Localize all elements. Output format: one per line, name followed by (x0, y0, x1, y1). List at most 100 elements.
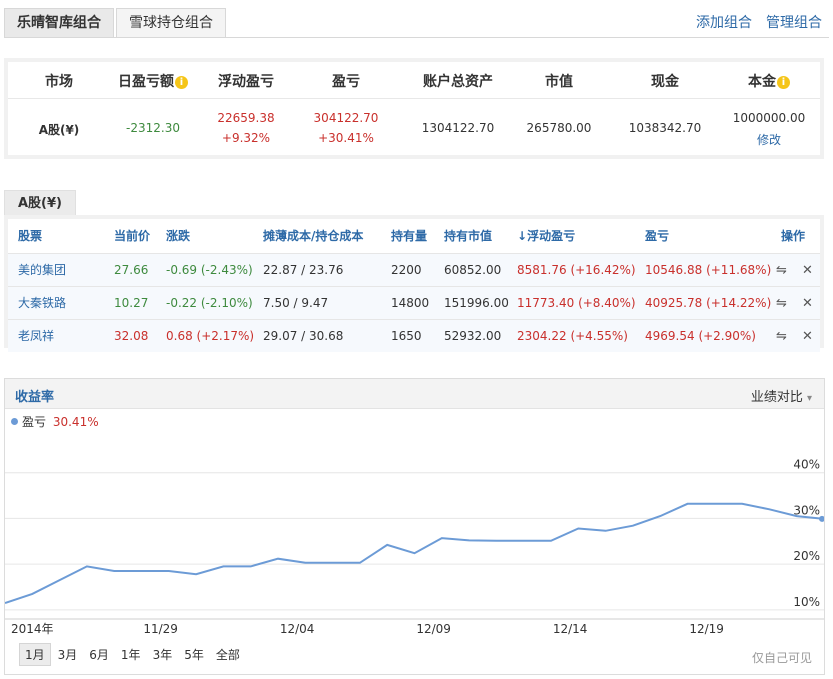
table-row[interactable]: 美的集团 27.66 -0.69 (-2.43%) 22.87 / 23.76 2200… (8, 253, 820, 286)
holdings-header-row: 股票 当前价 涨跌 摊薄成本/持仓成本 持有量 持有市值 ↓浮动盈亏 盈亏 操作 (8, 219, 820, 253)
total-assets-value: 1304122.70 (421, 121, 495, 135)
cost-basis: 22.87 / 23.76 (263, 263, 344, 277)
header-pnl[interactable]: 盈亏 (645, 219, 669, 253)
range-button[interactable]: 1年 (116, 644, 146, 665)
price-change: -0.69 (-2.43%) (166, 263, 253, 277)
total-pnl: 40925.78 (+14.22%) (645, 296, 772, 310)
data-point[interactable] (358, 561, 362, 565)
data-point[interactable] (167, 569, 171, 573)
tab-a-shares[interactable]: A股(¥) (4, 190, 76, 216)
pnl-value: 304122.70 (313, 111, 379, 125)
table-row[interactable]: 老凤祥 32.08 0.68 (+2.17%) 29.07 / 30.68 1650 52… (8, 319, 820, 352)
data-point[interactable] (303, 561, 307, 565)
data-point[interactable] (30, 592, 34, 596)
data-point[interactable] (467, 538, 471, 542)
transfer-icon[interactable]: ⇋ (776, 254, 787, 287)
data-point[interactable] (249, 564, 253, 568)
data-point[interactable] (413, 551, 417, 555)
stock-name[interactable]: 大秦铁路 (18, 287, 66, 320)
x-tick-label: 12/04 (280, 622, 315, 636)
transfer-icon[interactable]: ⇋ (776, 320, 787, 353)
tab-xueqiu-portfolio[interactable]: 雪球持仓组合 (116, 8, 226, 38)
float-pnl-value: 22659.38 (217, 111, 275, 125)
header-actions: 操作 (781, 229, 806, 243)
summary-header-float-pnl: 浮动盈亏 (218, 74, 274, 90)
time-range-selector: 1月 3月 6月 1年 3年 5年 全部 (19, 643, 247, 666)
data-point[interactable] (494, 539, 498, 543)
data-point[interactable] (221, 564, 225, 568)
x-tick-label: 12/19 (689, 622, 724, 636)
privacy-note: 仅自己可见 (751, 651, 812, 665)
range-button[interactable]: 6月 (84, 644, 114, 665)
close-icon[interactable]: ✕ (802, 254, 813, 287)
data-point[interactable] (713, 502, 717, 506)
data-point[interactable] (331, 561, 335, 565)
x-tick-label: 2014年 (11, 622, 54, 636)
range-button[interactable]: 全部 (211, 644, 245, 665)
total-pnl: 4969.54 (+2.90%) (645, 329, 756, 343)
holding-quantity: 1650 (391, 329, 422, 343)
range-button[interactable]: 3月 (53, 644, 83, 665)
range-button[interactable]: 5年 (179, 644, 209, 665)
range-button[interactable]: 3年 (148, 644, 178, 665)
data-point[interactable] (767, 507, 771, 511)
chevron-down-icon: ▾ (806, 393, 812, 404)
float-pnl: 8581.76 (+16.42%) (517, 263, 636, 277)
tab-leqing-portfolio[interactable]: 乐晴智库组合 (4, 8, 114, 38)
cost-basis: 7.50 / 9.47 (263, 296, 329, 310)
data-point[interactable] (194, 572, 198, 576)
data-point[interactable] (604, 529, 608, 533)
account-summary: 市场 日盈亏额 i 浮动盈亏 盈亏 账户总资产 市值 现金 本金 i A股(¥) -… (4, 58, 824, 159)
data-point[interactable] (58, 578, 62, 582)
range-button[interactable]: 1月 (19, 643, 51, 666)
data-point[interactable] (522, 539, 526, 543)
x-tick-label: 11/29 (143, 622, 178, 636)
price-change: -0.22 (-2.10%) (166, 296, 253, 310)
info-icon[interactable]: i (175, 76, 188, 89)
data-point[interactable] (112, 569, 116, 573)
data-point[interactable] (631, 524, 635, 528)
close-icon[interactable]: ✕ (802, 287, 813, 320)
total-pnl: 10546.88 (+11.68%) (645, 263, 772, 277)
table-row[interactable]: 大秦铁路 10.27 -0.22 (-2.10%) 7.50 / 9.47 14800 1… (8, 286, 820, 319)
stock-name[interactable]: 美的集团 (18, 254, 66, 287)
holding-quantity: 14800 (391, 296, 430, 310)
edit-principal-link[interactable]: 修改 (719, 131, 819, 148)
data-point[interactable] (686, 502, 690, 506)
header-price[interactable]: 当前价 (114, 219, 150, 253)
header-float-pnl[interactable]: ↓浮动盈亏 (517, 219, 575, 253)
data-point[interactable] (795, 514, 799, 518)
summary-header-market-value: 市值 (545, 74, 573, 90)
stock-name[interactable]: 老凤祥 (18, 320, 54, 353)
summary-header-total-assets: 账户总资产 (423, 74, 493, 90)
header-change[interactable]: 涨跌 (166, 219, 190, 253)
data-point[interactable] (576, 526, 580, 530)
data-point[interactable] (549, 539, 553, 543)
data-point[interactable] (740, 502, 744, 506)
header-stock[interactable]: 股票 (18, 219, 42, 253)
current-price: 32.08 (114, 329, 149, 343)
transfer-icon[interactable]: ⇋ (776, 287, 787, 320)
data-point[interactable] (385, 543, 389, 547)
current-price: 10.27 (114, 296, 149, 310)
info-icon[interactable]: i (777, 76, 790, 89)
header-cost[interactable]: 摊薄成本/持仓成本 (263, 219, 363, 253)
summary-header-daily-pnl: 日盈亏额 i (103, 71, 203, 91)
data-point[interactable] (140, 569, 144, 573)
manage-portfolio-link[interactable]: 管理组合 (766, 12, 822, 32)
summary-header-principal: 本金 i (724, 71, 814, 91)
data-point[interactable] (658, 514, 662, 518)
close-icon[interactable]: ✕ (802, 320, 813, 353)
data-point[interactable] (276, 557, 280, 561)
market-value-value: 265780.00 (526, 121, 592, 135)
add-portfolio-link[interactable]: 添加组合 (696, 12, 752, 32)
header-holding-value[interactable]: 持有市值 (444, 219, 492, 253)
performance-compare-dropdown[interactable]: 业绩对比 ▾ (751, 386, 812, 405)
data-point[interactable] (85, 564, 89, 568)
header-quantity[interactable]: 持有量 (391, 219, 427, 253)
float-pnl-percent: +9.32% (221, 131, 271, 145)
data-point[interactable] (440, 536, 444, 540)
float-pnl: 2304.22 (+4.55%) (517, 329, 628, 343)
principal-value: 1000000.00 (732, 111, 806, 125)
pnl-percent: +30.41% (318, 131, 374, 145)
